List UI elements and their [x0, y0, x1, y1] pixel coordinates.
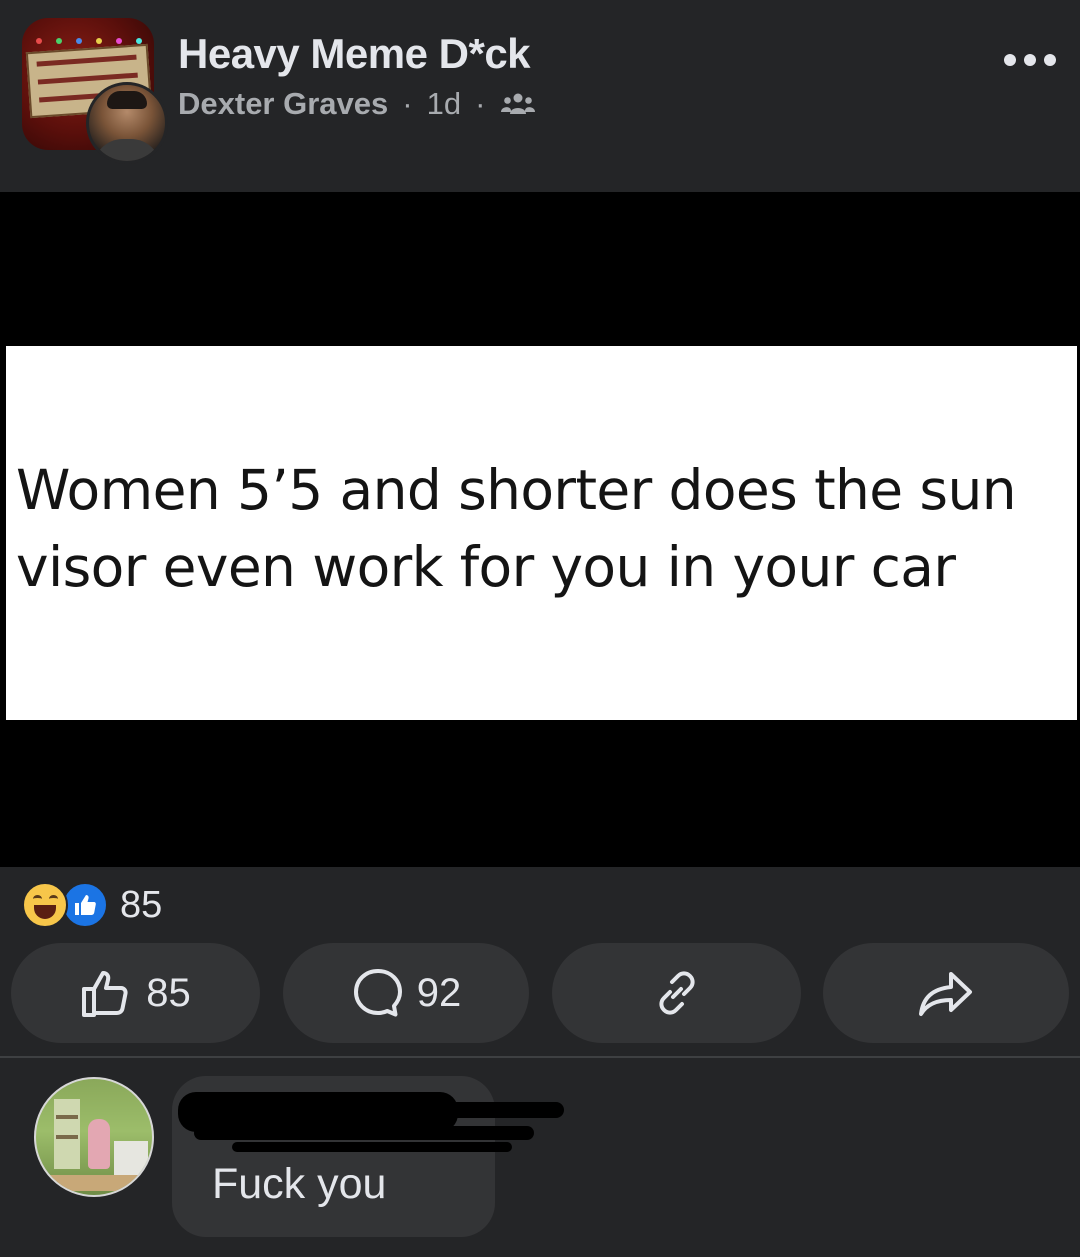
reaction-summary[interactable]: 85: [22, 880, 162, 930]
comment-icon: [353, 969, 402, 1017]
share-button[interactable]: [823, 943, 1069, 1043]
author-name[interactable]: Dexter Graves: [178, 86, 388, 122]
reaction-count: 85: [120, 883, 163, 926]
comment-count: 92: [416, 970, 462, 1015]
comment-button[interactable]: 92: [283, 943, 529, 1043]
haha-reaction-icon: [22, 882, 68, 928]
divider: [0, 1056, 1080, 1058]
group-icon: [501, 93, 536, 114]
post-screen: Heavy Meme D*ck Dexter Graves · 1d · Wom…: [0, 0, 1080, 1257]
meta-separator: ·: [475, 86, 486, 121]
like-reaction-icon: [62, 882, 108, 928]
meme-text: Women 5’5 and shorter does the sun visor…: [16, 458, 1017, 599]
post-header: Heavy Meme D*ck Dexter Graves · 1d ·: [0, 0, 1080, 192]
share-icon: [919, 972, 972, 1016]
comment-text: Fuck you: [212, 1160, 387, 1208]
commenter-avatar[interactable]: [34, 1077, 154, 1197]
link-icon: [658, 971, 695, 1015]
like-count: 85: [146, 970, 191, 1015]
author-avatar[interactable]: [86, 82, 168, 164]
copy-link-button[interactable]: [552, 943, 801, 1043]
post-time[interactable]: 1d: [427, 86, 461, 122]
post-meta: Dexter Graves · 1d ·: [178, 86, 536, 122]
meme-card: Women 5’5 and shorter does the sun visor…: [6, 346, 1077, 720]
comment-bubble[interactable]: Fuck you: [172, 1076, 564, 1237]
like-button[interactable]: 85: [11, 943, 260, 1043]
group-name[interactable]: Heavy Meme D*ck: [178, 30, 531, 78]
meta-separator: ·: [402, 86, 413, 121]
thumbs-up-icon: [82, 971, 128, 1017]
post-image[interactable]: Women 5’5 and shorter does the sun visor…: [0, 192, 1080, 867]
more-icon[interactable]: [1004, 48, 1056, 72]
